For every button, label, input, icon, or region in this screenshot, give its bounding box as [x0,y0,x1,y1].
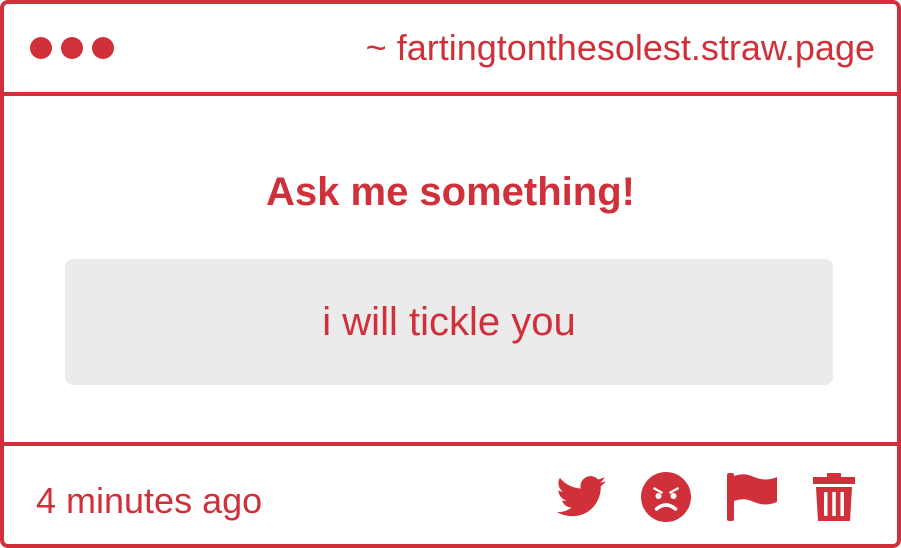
message-content: Ask me something! i will tickle you [4,96,897,446]
twitter-icon [557,476,606,517]
question-text: i will tickle you [322,300,576,344]
timestamp: 4 minutes ago [36,480,263,521]
question-box: i will tickle you [65,259,833,385]
trash-icon [813,473,855,521]
block-button[interactable] [641,472,691,522]
window-titlebar: ~ fartingtonthesolest.straw.page [4,4,897,96]
twitter-share-button[interactable] [557,476,607,518]
message-footer: 4 minutes ago [4,446,897,544]
message-card: ~ fartingtonthesolest.straw.page Ask me … [0,0,901,548]
angry-face-icon [641,472,691,522]
flag-icon [727,473,777,521]
window-dot-1 [30,37,52,59]
window-controls [30,37,114,59]
page-title: Ask me something! [266,170,635,214]
report-button[interactable] [727,473,777,521]
window-dot-2 [61,37,83,59]
window-dot-3 [92,37,114,59]
page-url[interactable]: ~ fartingtonthesolest.straw.page [366,26,875,70]
action-bar [557,472,855,522]
delete-button[interactable] [813,473,855,521]
